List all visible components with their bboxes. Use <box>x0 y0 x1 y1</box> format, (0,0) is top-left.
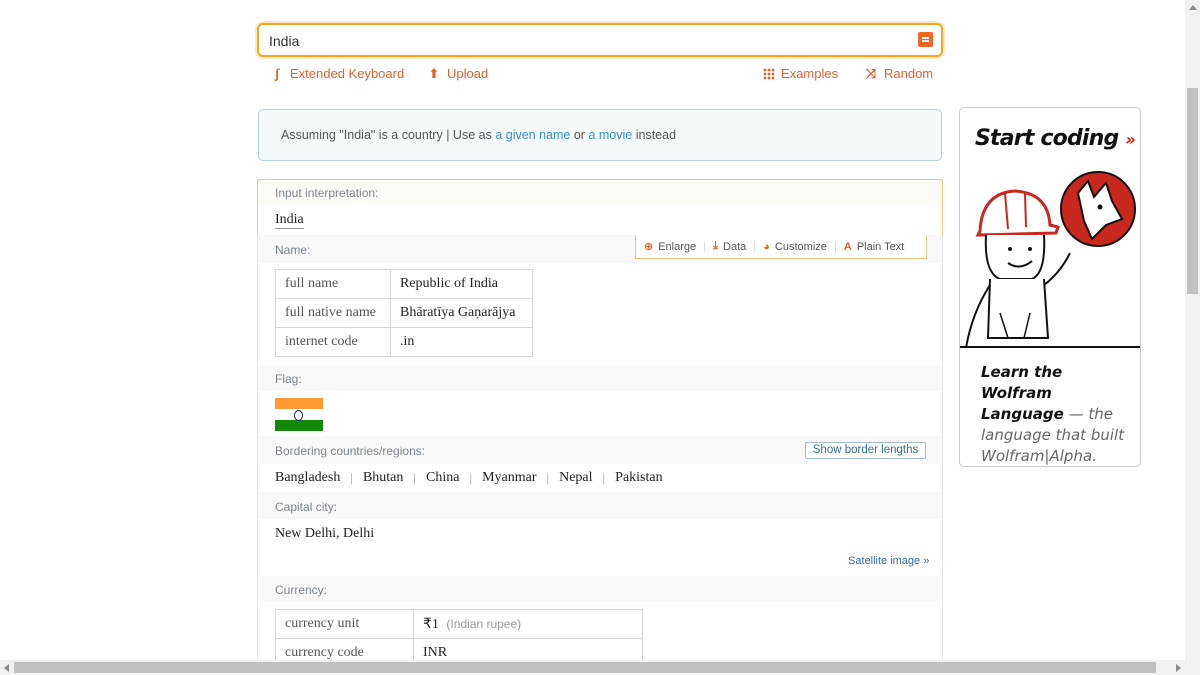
enlarge-label: Enlarge <box>658 240 697 253</box>
examples-button[interactable]: Examples <box>763 66 838 81</box>
plain-text-button[interactable]: A Plain Text <box>836 241 912 253</box>
country-link[interactable]: Bangladesh <box>275 470 340 486</box>
flag-stripe <box>275 409 323 421</box>
pod-title: Flag: <box>275 372 302 386</box>
country-link[interactable]: Nepal <box>559 470 592 486</box>
download-icon: ⤓ <box>713 240 719 252</box>
search-submit-icon[interactable] <box>918 32 933 47</box>
table-row: internet code .in <box>275 327 533 357</box>
table-row: currency unit ₹1 (Indian rupee) <box>275 609 643 639</box>
currency-value: ₹1 <box>423 616 439 632</box>
table-key: currency unit <box>275 609 414 639</box>
grid-icon <box>763 67 775 80</box>
random-button[interactable]: ⤨ Random <box>864 66 933 81</box>
ad-title: Start coding » <box>975 126 1136 151</box>
start-coding-ad[interactable]: Start coding » Learn the Wolfram Languag… <box>959 107 1141 467</box>
capital-value: New Delhi, Delhi <box>275 526 375 541</box>
shuffle-icon: ⤨ <box>865 65 877 81</box>
india-flag-image <box>275 398 323 431</box>
horizontal-scroll-thumb[interactable] <box>14 662 1156 673</box>
separator: | <box>413 470 416 485</box>
ad-arrows: » <box>1125 130 1135 149</box>
vertical-scrollbar[interactable] <box>1185 0 1200 662</box>
name-table: full name Republic of India full native … <box>275 269 533 357</box>
vertical-scroll-thumb[interactable] <box>1187 88 1198 294</box>
table-row: full name Republic of India <box>275 269 533 299</box>
country-link[interactable]: Pakistan <box>615 470 662 486</box>
enlarge-button[interactable]: ⊕ Enlarge <box>636 240 704 254</box>
table-key: internet code <box>275 327 391 357</box>
assume-movie-link[interactable]: a movie <box>588 128 632 142</box>
customize-label: Customize <box>774 240 827 253</box>
assumption-suffix: instead <box>635 128 677 142</box>
satellite-image-link[interactable]: Satellite image » <box>848 555 929 567</box>
upload-icon: ⬆ <box>428 65 440 81</box>
flag-pod-body <box>258 391 942 436</box>
search-box[interactable] <box>257 23 943 57</box>
random-label: Random <box>884 66 934 81</box>
plain-text-label: Plain Text <box>856 240 905 253</box>
customize-button[interactable]: ◕ Customize <box>755 241 835 253</box>
upload-button[interactable]: ⬆ Upload <box>427 65 489 81</box>
country-list: Bangladesh | Bhutan | China | Myanmar | … <box>275 470 663 486</box>
ad-title-text: Start coding <box>975 126 1119 151</box>
ad-divider <box>960 346 1140 348</box>
scroll-left-icon[interactable] <box>4 664 9 672</box>
ad-text: Learn the Wolfram Language — the languag… <box>981 362 1131 466</box>
pod-title: Currency: <box>275 583 328 597</box>
extended-keyboard-label: Extended Keyboard <box>290 66 405 81</box>
currency-note: (Indian rupee) <box>446 616 522 631</box>
separator: | <box>469 470 473 485</box>
table-value: Bhāratīya Gaṇarājya <box>390 298 533 328</box>
chakra-icon <box>294 410 303 421</box>
flag-stripe <box>275 420 323 431</box>
pod-title: Capital city: <box>275 500 338 514</box>
pod-body: India <box>258 205 942 235</box>
table-row: full native name Bhāratīya Gaṇarājya <box>275 298 533 328</box>
flag-stripe <box>275 398 323 409</box>
ad-illustration <box>965 171 1136 348</box>
assumption-box: Assuming "India" is a country | Use as a… <box>258 109 942 161</box>
assumption-or: or <box>573 128 585 142</box>
pod-title: Bordering countries/regions: <box>275 444 426 458</box>
pod-menu: ⊕ Enlarge ⤓ Data ◕ Customize A Plain Tex… <box>635 235 927 259</box>
pod-title: Input interpretation: <box>275 186 379 200</box>
show-border-lengths-button[interactable]: Show border lengths <box>805 442 926 459</box>
search-input[interactable] <box>269 31 909 51</box>
separator: | <box>350 470 353 485</box>
assume-given-name-link[interactable]: a given name <box>495 128 570 142</box>
results-panel: Input interpretation: India Name: ⊕ Enla… <box>257 179 943 675</box>
pod-title: Name: <box>275 243 311 257</box>
interpretation-value: India <box>275 212 304 229</box>
horizontal-scrollbar[interactable] <box>0 660 1200 675</box>
country-link[interactable]: Bhutan <box>363 470 403 486</box>
scroll-up-icon[interactable] <box>1189 5 1197 10</box>
palette-icon: ◕ <box>763 240 770 253</box>
zoom-icon: ⊕ <box>644 241 654 253</box>
text-icon: A <box>843 240 852 253</box>
country-link[interactable]: Myanmar <box>482 470 536 486</box>
country-link[interactable]: China <box>426 470 459 486</box>
data-label: Data <box>723 240 747 253</box>
table-value: .in <box>390 327 533 357</box>
table-key: full native name <box>275 298 391 328</box>
extended-keyboard-button[interactable]: ∫ Extended Keyboard <box>270 66 404 81</box>
table-value: Republic of India <box>390 269 533 299</box>
separator: | <box>602 470 606 485</box>
data-button[interactable]: ⤓ Data <box>705 240 754 253</box>
table-key: full name <box>275 269 391 299</box>
upload-label: Upload <box>447 66 489 81</box>
scroll-right-icon[interactable] <box>1176 664 1181 672</box>
table-value: ₹1 (Indian rupee) <box>413 609 643 639</box>
input-interpretation-pod: Input interpretation: India <box>257 179 943 235</box>
assumption-prefix: Assuming "India" is a country | Use as <box>281 128 492 142</box>
keyboard-icon: ∫ <box>275 65 279 81</box>
examples-label: Examples <box>781 66 839 81</box>
separator: | <box>546 470 550 485</box>
ad-text-bold: Learn the Wolfram Language <box>981 363 1064 423</box>
